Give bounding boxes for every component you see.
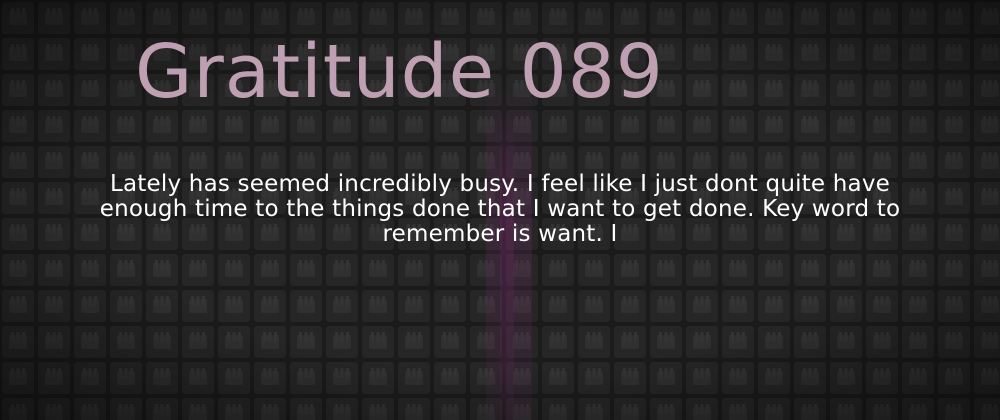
post-excerpt: Lately has seemed incredibly busy. I fee… — [99, 171, 901, 247]
post-title: Gratitude 089 — [135, 29, 664, 115]
social-preview-card: Gratitude 089 Lately has seemed incredib… — [0, 0, 1000, 420]
